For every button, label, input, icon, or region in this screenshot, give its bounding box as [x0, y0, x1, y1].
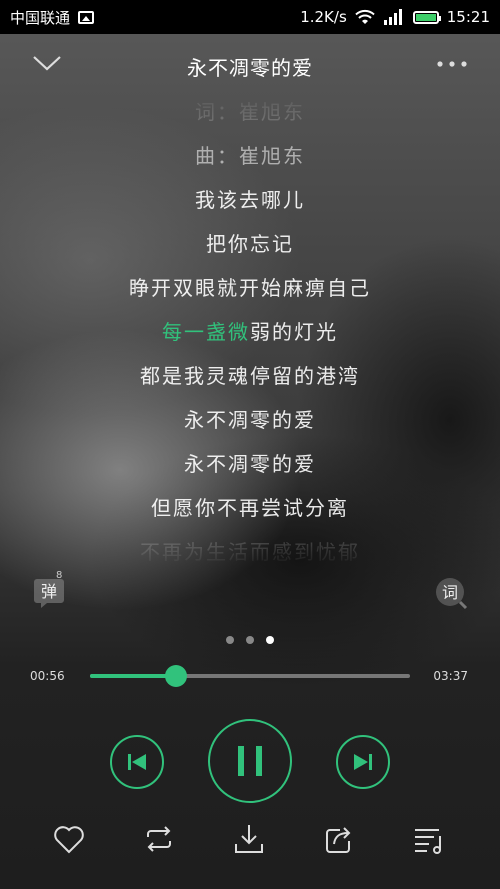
previous-button[interactable]: [110, 735, 164, 789]
signal-icon: [383, 9, 402, 25]
image-notification-icon: [78, 10, 95, 24]
lyric-line: 睁开双眼就开始麻痹自己: [129, 276, 371, 300]
next-button[interactable]: [336, 735, 390, 789]
total-time: 03:37: [433, 669, 468, 683]
danmu-button[interactable]: 弹: [32, 576, 66, 610]
page-indicator: [0, 636, 500, 644]
carrier-label: 中国联通: [10, 8, 71, 27]
page-dot[interactable]: [246, 636, 254, 644]
lyric-line: 把你忘记: [206, 232, 294, 256]
clock: 15:21: [446, 8, 490, 26]
player-header: 永不凋零的爱: [0, 34, 500, 96]
lyric-button-label: 词: [442, 583, 458, 602]
song-title: 永不凋零的爱: [187, 56, 313, 80]
network-speed: 1.2K/s: [300, 8, 347, 26]
lyric-unsung-part: 弱的灯光: [250, 320, 338, 344]
lyric-sung-part: 每一盏微: [162, 320, 250, 344]
lyric-line: 词：崔旭东: [195, 100, 305, 124]
lyric-line: 但愿你不再尝试分离: [151, 496, 349, 520]
lyric-line: 永不凋零的爱: [184, 452, 316, 476]
playlist-icon[interactable]: [412, 822, 446, 856]
lyrics-panel[interactable]: 词：崔旭东 曲：崔旭东 我该去哪儿 把你忘记 睁开双眼就开始麻痹自己 每一盏微弱…: [0, 96, 500, 566]
danmu-label: 弹: [41, 582, 57, 601]
lyric-line: 都是我灵魂停留的港湾: [140, 364, 360, 388]
lyric-line: 我该去哪儿: [195, 188, 305, 212]
lyric-line: 不再为生活而感到忧郁: [140, 540, 360, 564]
prev-icon: [128, 754, 146, 770]
heart-icon[interactable]: [52, 822, 86, 856]
lyric-line: 永不凋零的爱: [184, 408, 316, 432]
download-icon[interactable]: [232, 822, 266, 856]
pause-icon: [238, 746, 262, 776]
more-icon[interactable]: [436, 60, 468, 68]
current-time: 00:56: [30, 669, 65, 683]
share-icon[interactable]: [322, 822, 356, 856]
status-bar: 中国联通 1.2K/s 15:21: [0, 0, 500, 34]
wifi-icon: [355, 9, 375, 24]
battery-icon: [412, 10, 441, 24]
current-lyric-line: 每一盏微弱的灯光: [0, 316, 500, 345]
progress-played: [90, 674, 177, 678]
page-dot-active[interactable]: [266, 636, 274, 644]
repeat-icon[interactable]: [142, 822, 176, 856]
page-dot[interactable]: [226, 636, 234, 644]
pause-button[interactable]: [208, 719, 292, 803]
lyric-line: 曲：崔旭东: [195, 144, 305, 168]
danmu-count-badge: 8: [56, 570, 63, 581]
lyric-search-button[interactable]: 词: [434, 576, 468, 610]
progress-bar[interactable]: [90, 665, 410, 687]
next-icon: [354, 754, 372, 770]
